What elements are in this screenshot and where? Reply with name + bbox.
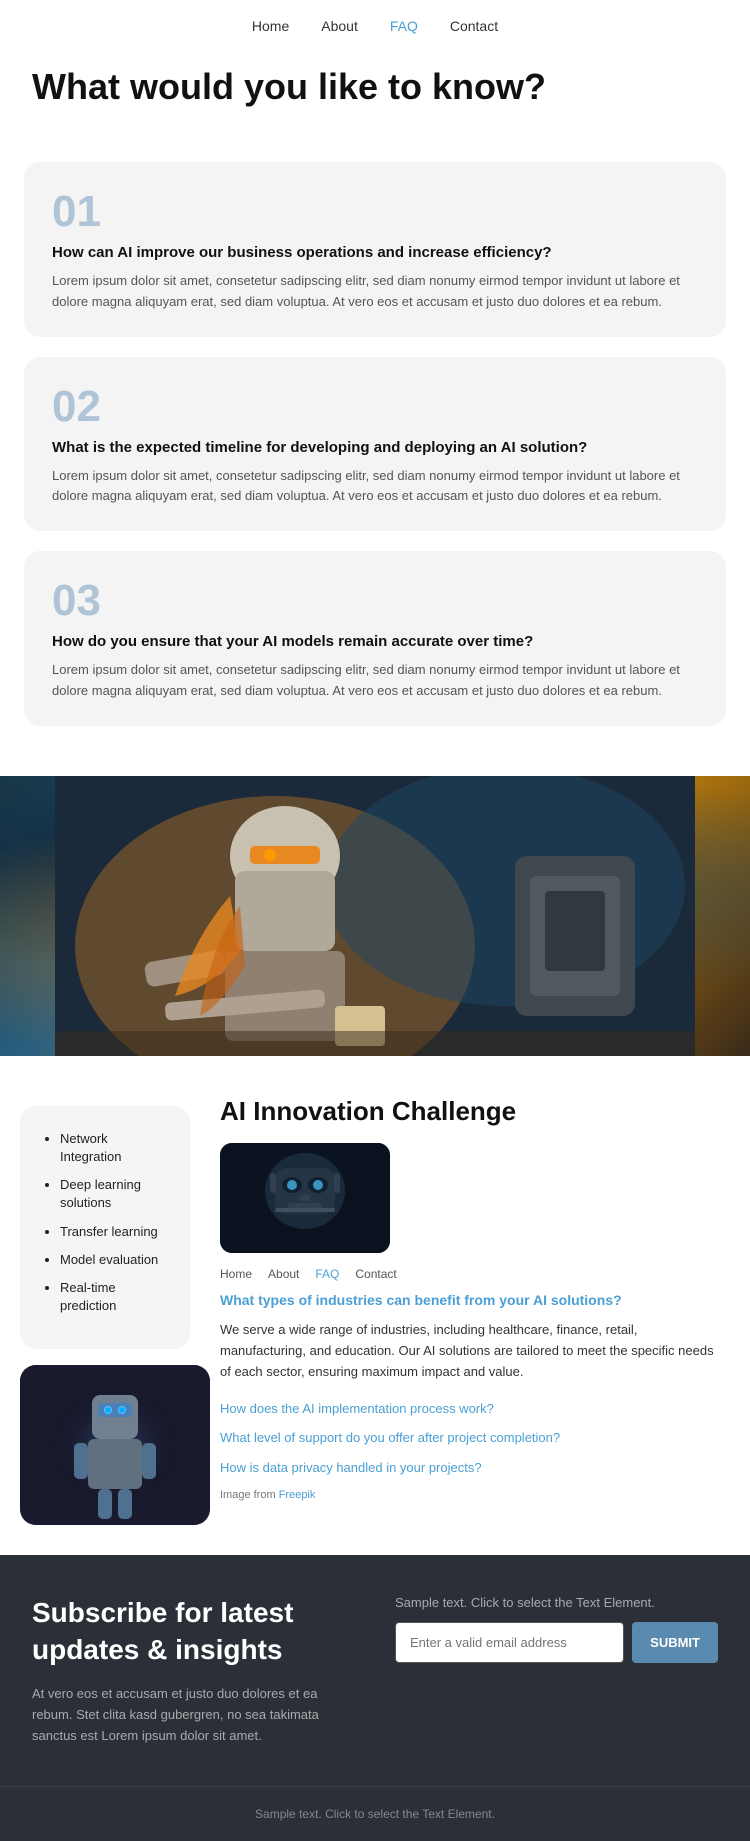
subscribe-sample-text: Sample text. Click to select the Text El…: [395, 1595, 718, 1610]
faq-section: 01 How can AI improve our business opera…: [0, 162, 750, 776]
inner-nav: Home About FAQ Contact: [220, 1267, 726, 1281]
faq-card-3[interactable]: 03 How do you ensure that your AI models…: [24, 551, 726, 726]
inner-nav-contact[interactable]: Contact: [355, 1267, 396, 1281]
main-nav: Home About FAQ Contact: [0, 0, 750, 46]
faq-question-1: How can AI improve our business operatio…: [52, 244, 698, 261]
features-card: Network Integration Deep learning soluti…: [20, 1106, 190, 1350]
ai-thumb-svg: [220, 1143, 390, 1253]
ai-thumb-inner: [220, 1143, 390, 1253]
faq-card-2[interactable]: 02 What is the expected timeline for dev…: [24, 357, 726, 532]
faq-number-1: 01: [52, 190, 698, 234]
subscribe-section: Subscribe for latest updates & insights …: [0, 1555, 750, 1786]
open-faq-answer: We serve a wide range of industries, inc…: [220, 1320, 726, 1382]
faq-answer-3: Lorem ipsum dolor sit amet, consetetur s…: [52, 660, 698, 702]
feature-item-3: Transfer learning: [60, 1223, 170, 1241]
small-robot-svg: [20, 1365, 210, 1525]
collapsed-faq-3[interactable]: How is data privacy handled in your proj…: [220, 1458, 726, 1478]
ai-thumbnail: [220, 1143, 390, 1253]
submit-button[interactable]: SUBMIT: [632, 1622, 718, 1663]
robot-illustration: [55, 776, 695, 1056]
faq-question-3: How do you ensure that your AI models re…: [52, 633, 698, 650]
nav-contact[interactable]: Contact: [450, 18, 498, 34]
faq-answer-1: Lorem ipsum dolor sit amet, consetetur s…: [52, 271, 698, 313]
faq-card-1[interactable]: 01 How can AI improve our business opera…: [24, 162, 726, 337]
left-panel: Network Integration Deep learning soluti…: [0, 1086, 210, 1526]
image-credit-text: Image from: [220, 1489, 276, 1501]
subscribe-left: Subscribe for latest updates & insights …: [32, 1595, 355, 1746]
nav-faq[interactable]: FAQ: [390, 18, 418, 34]
subscribe-description: At vero eos et accusam et justo duo dolo…: [32, 1684, 355, 1746]
image-credit-link[interactable]: Freepik: [279, 1489, 316, 1501]
faq-number-3: 03: [52, 579, 698, 623]
open-faq-title[interactable]: What types of industries can benefit fro…: [220, 1291, 726, 1311]
faq-answer-2: Lorem ipsum dolor sit amet, consetetur s…: [52, 466, 698, 508]
subscribe-title: Subscribe for latest updates & insights: [32, 1595, 355, 1668]
email-row: SUBMIT: [395, 1622, 718, 1663]
nav-home[interactable]: Home: [252, 18, 289, 34]
features-list: Network Integration Deep learning soluti…: [40, 1130, 170, 1316]
robot-image-card: [20, 1365, 210, 1525]
feature-item-5: Real-time prediction: [60, 1279, 170, 1315]
email-input[interactable]: [395, 1622, 624, 1663]
image-credit: Image from Freepik: [220, 1489, 726, 1501]
faq-question-2: What is the expected timeline for develo…: [52, 439, 698, 456]
innovation-title: AI Innovation Challenge: [220, 1096, 726, 1127]
robot-banner-inner: [0, 776, 750, 1056]
feature-item-4: Model evaluation: [60, 1251, 170, 1269]
collapsed-faq-2[interactable]: What level of support do you offer after…: [220, 1428, 726, 1448]
feature-item-2: Deep learning solutions: [60, 1176, 170, 1212]
robot-image-inner: [20, 1365, 210, 1525]
inner-nav-about[interactable]: About: [268, 1267, 299, 1281]
subscribe-right: Sample text. Click to select the Text El…: [395, 1595, 718, 1663]
page-title: What would you like to know?: [32, 66, 718, 108]
feature-item-1: Network Integration: [60, 1130, 170, 1166]
collapsed-faq-1[interactable]: How does the AI implementation process w…: [220, 1399, 726, 1419]
inner-nav-home[interactable]: Home: [220, 1267, 252, 1281]
footer-sample-text: Sample text. Click to select the Text El…: [32, 1807, 718, 1821]
hero-section: What would you like to know?: [0, 46, 750, 162]
inner-nav-faq[interactable]: FAQ: [315, 1267, 339, 1281]
footer: Sample text. Click to select the Text El…: [0, 1786, 750, 1841]
innovation-section: Network Integration Deep learning soluti…: [0, 1056, 750, 1526]
nav-about[interactable]: About: [321, 18, 358, 34]
robot-banner: [0, 776, 750, 1056]
right-panel: AI Innovation Challenge: [210, 1086, 750, 1526]
faq-number-2: 02: [52, 385, 698, 429]
